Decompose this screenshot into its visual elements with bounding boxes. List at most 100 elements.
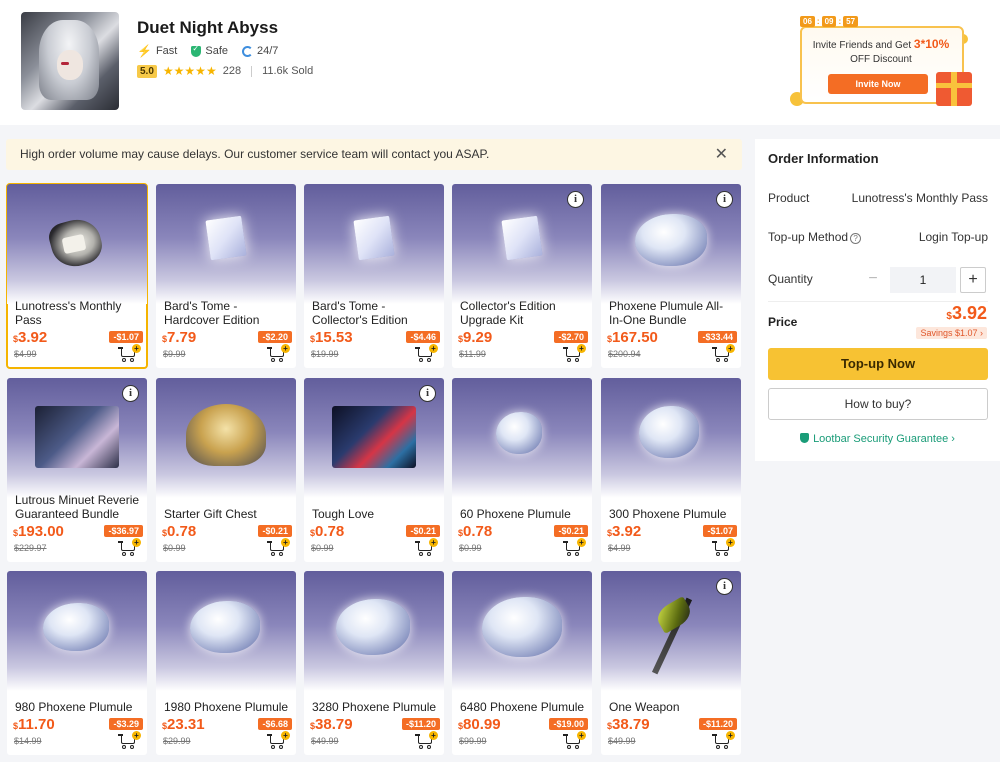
info-icon[interactable]: i — [567, 191, 584, 208]
add-to-cart-icon[interactable]: + — [118, 731, 141, 749]
review-count[interactable]: 228 — [223, 65, 241, 77]
star-icons: ★★★★★ — [162, 64, 217, 78]
product-card[interactable]: 60 Phoxene Plumule $0.78 -$0.21 $0.99 + — [452, 378, 592, 562]
divider — [768, 301, 988, 302]
product-card[interactable]: Starter Gift Chest $0.78 -$0.21 $0.99 + — [156, 378, 296, 562]
product-name: 1980 Phoxene Plumule — [164, 700, 289, 714]
add-to-cart-icon[interactable]: + — [563, 538, 586, 556]
savings-badge[interactable]: Savings $1.07 › — [916, 327, 987, 339]
price-label: Price — [768, 315, 798, 329]
order-title: Order Information — [768, 151, 879, 166]
game-header: Duet Night Abyss ⚡Fast Safe 24/7 5.0 ★★★… — [0, 0, 1000, 125]
shield-icon — [191, 44, 202, 57]
add-to-cart-icon[interactable]: + — [712, 538, 735, 556]
add-to-cart-icon[interactable]: + — [563, 731, 586, 749]
add-to-cart-icon[interactable]: + — [712, 344, 735, 362]
add-to-cart-icon[interactable]: + — [267, 344, 290, 362]
rating-row: 5.0 ★★★★★ 228 11.6k Sold — [137, 64, 313, 78]
add-to-cart-icon[interactable]: + — [118, 538, 141, 556]
add-to-cart-icon[interactable]: + — [118, 344, 141, 362]
product-value: Lunotress's Monthly Pass — [851, 191, 988, 205]
discount-badge: -$4.46 — [406, 331, 440, 343]
product-card[interactable]: 3280 Phoxene Plumule $38.79 -$11.20 $49.… — [304, 571, 444, 755]
original-price: $11.99 — [459, 349, 486, 359]
close-icon[interactable]: ✕ — [715, 139, 728, 170]
product-label: Product — [768, 191, 810, 205]
product-name: Lutrous Minuet Reverie Guaranteed Bundle — [15, 493, 140, 521]
discount-badge: -$1.07 — [109, 331, 143, 343]
decrease-button[interactable]: − — [860, 267, 886, 293]
info-icon[interactable]: i — [122, 385, 139, 402]
add-to-cart-icon[interactable]: + — [563, 344, 586, 362]
original-price: $4.99 — [608, 543, 631, 553]
original-price: $14.99 — [14, 736, 42, 746]
discount-badge: -$0.21 — [258, 525, 292, 537]
product-card[interactable]: Bard's Tome - Collector's Edition $15.53… — [304, 184, 444, 368]
support-badge: 24/7 — [242, 45, 278, 57]
product-image — [156, 571, 296, 691]
product-card[interactable]: i Lutrous Minuet Reverie Guaranteed Bund… — [7, 378, 147, 562]
game-cover-image — [21, 12, 119, 110]
product-card[interactable]: i Tough Love $0.78 -$0.21 $0.99 + — [304, 378, 444, 562]
invite-promo-banner[interactable]: 06: 09: 57 Invite Friends and Get 3*10% … — [790, 16, 978, 108]
product-card[interactable]: Bard's Tome - Hardcover Edition $7.79 -$… — [156, 184, 296, 368]
info-icon[interactable]: i — [716, 191, 733, 208]
discount-badge: -$1.07 — [703, 525, 737, 537]
add-to-cart-icon[interactable]: + — [712, 731, 735, 749]
product-name: Collector's Edition Upgrade Kit — [460, 299, 556, 327]
product-card[interactable]: 980 Phoxene Plumule $11.70 -$3.29 $14.99… — [7, 571, 147, 755]
discount-badge: -$11.20 — [401, 718, 440, 730]
product-price: $38.79 — [607, 716, 650, 733]
original-price: $49.99 — [608, 736, 636, 746]
original-price: $99.99 — [459, 736, 487, 746]
increase-button[interactable]: + — [960, 267, 986, 293]
product-image — [156, 378, 296, 498]
product-card[interactable]: 6480 Phoxene Plumule $80.99 -$19.00 $99.… — [452, 571, 592, 755]
topup-now-button[interactable]: Top-up Now — [768, 348, 988, 380]
original-price: $9.99 — [163, 349, 186, 359]
product-name: One Weapon — [609, 700, 680, 714]
product-price: $3.92 — [607, 523, 642, 540]
product-card[interactable]: i Phoxene Plumule All-In-One Bundle $167… — [601, 184, 741, 368]
info-icon[interactable]: i — [419, 385, 436, 402]
discount-badge: -$2.20 — [258, 331, 292, 343]
add-to-cart-icon[interactable]: + — [267, 538, 290, 556]
product-card[interactable]: 300 Phoxene Plumule $3.92 -$1.07 $4.99 + — [601, 378, 741, 562]
delay-notice: High order volume may cause delays. Our … — [6, 139, 742, 170]
product-card[interactable]: 1980 Phoxene Plumule $23.31 -$6.68 $29.9… — [156, 571, 296, 755]
add-to-cart-icon[interactable]: + — [415, 344, 438, 362]
product-price: $0.78 — [310, 523, 345, 540]
product-card[interactable]: i Collector's Edition Upgrade Kit $9.29 … — [452, 184, 592, 368]
bolt-icon: ⚡ — [137, 44, 152, 58]
discount-badge: -$19.00 — [549, 718, 588, 730]
gift-box-icon — [936, 72, 972, 106]
help-icon[interactable]: ? — [850, 233, 862, 244]
order-panel: Order Information Product Lunotress's Mo… — [755, 139, 1000, 461]
product-name: Tough Love — [312, 507, 375, 521]
product-name: Bard's Tome - Hardcover Edition — [164, 299, 260, 327]
discount-badge: -$36.97 — [104, 525, 143, 537]
quantity-input[interactable]: 1 — [890, 267, 956, 293]
product-price: $193.00 — [13, 523, 64, 540]
product-image — [156, 184, 296, 304]
product-card[interactable]: i One Weapon $38.79 -$11.20 $49.99 + — [601, 571, 741, 755]
product-name: Bard's Tome - Collector's Edition — [312, 299, 408, 327]
product-name: Starter Gift Chest — [164, 507, 257, 521]
security-guarantee-link[interactable]: Lootbar Security Guarantee › — [755, 433, 1000, 445]
invite-now-button[interactable]: Invite Now — [828, 74, 928, 94]
add-to-cart-icon[interactable]: + — [415, 731, 438, 749]
discount-badge: -$0.21 — [406, 525, 440, 537]
info-icon[interactable]: i — [716, 578, 733, 595]
product-price: $23.31 — [162, 716, 205, 733]
product-card[interactable]: Lunotress's Monthly Pass $3.92 -$1.07 $4… — [6, 183, 148, 369]
product-name: 980 Phoxene Plumule — [15, 700, 133, 714]
rating-score: 5.0 — [137, 64, 157, 78]
product-price: $3.92 — [13, 329, 48, 346]
product-price: $38.79 — [310, 716, 353, 733]
add-to-cart-icon[interactable]: + — [267, 731, 290, 749]
how-to-buy-button[interactable]: How to buy? — [768, 388, 988, 420]
add-to-cart-icon[interactable]: + — [415, 538, 438, 556]
product-image — [7, 184, 147, 304]
product-price: $167.50 — [607, 329, 658, 346]
original-price: $0.99 — [459, 543, 482, 553]
